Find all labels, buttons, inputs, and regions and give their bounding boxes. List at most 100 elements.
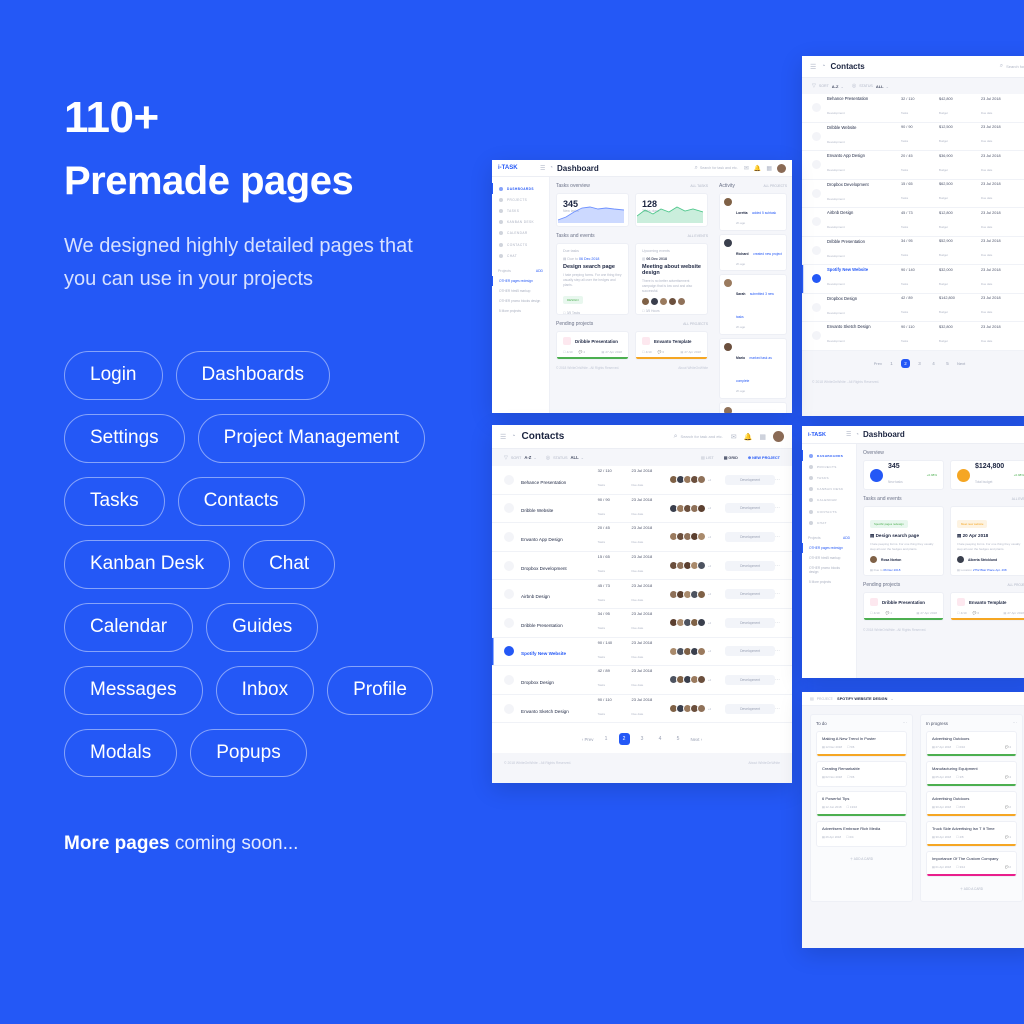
pagination-page-4[interactable]: 4 [655,736,666,742]
design-task-card[interactable]: Specific pages redesign ▤ Design search … [863,506,944,576]
hamburger-icon[interactable]: ☰ [846,431,851,438]
sidebar-item-projects[interactable]: PROJECTS [492,194,549,205]
pending-action[interactable]: ALL PROJECTS [1008,583,1024,587]
hamburger-icon[interactable]: ☰ [500,433,506,441]
tasks-overview-action[interactable]: ALL TASKS [690,184,708,188]
row-tag[interactable]: Development [725,503,775,513]
row-tag[interactable]: Development [725,646,775,656]
chevron-down-icon-2[interactable]: ⌄ [886,84,889,89]
search-input[interactable]: Search for task and etc. [681,434,723,439]
table-row[interactable]: Dropbox Design 42 / 89 Tasks 23 Jul 2018… [492,666,792,695]
pill-contacts[interactable]: Contacts [178,477,305,526]
pending-project-card[interactable]: Dribble Presentation ☐ 4/10 💬 4 ▤ 27 Apr… [556,331,629,360]
table-row[interactable]: Spotify New Website Development 90 / 140… [802,265,1024,294]
kanban-card[interactable]: Importance Of The Custom Company ▤ 01 Ap… [926,851,1017,877]
avatar[interactable] [777,164,786,173]
screenshot-kanban[interactable]: ▤ PROJECT: SPOTIFY WEBSITE DESIGN ⌄ To d… [802,692,1024,948]
grid-icon[interactable]: ▦ [766,165,772,172]
row-tag[interactable]: Development [725,532,775,542]
bell-icon[interactable]: 🔔 [744,433,753,441]
sidebar-item-projects[interactable]: PROJECTS [802,461,856,472]
pill-kanban-desk[interactable]: Kanban Desk [64,540,230,589]
hamburger-icon[interactable]: ☰ [540,165,545,172]
avatar[interactable] [773,431,784,442]
sidebar-item-kanban desk[interactable]: KANBAN DESK [802,484,856,495]
table-row[interactable]: Dropbox Design Development 42 / 89 Tasks… [802,294,1024,323]
table-row[interactable]: Airbnb Design 45 / 73 Tasks 23 Jul 2018 … [492,580,792,609]
pending-project-card[interactable]: Dribble Presentation ☐ 4/10 💬 4 ▤ 27 Apr… [863,592,944,621]
sidebar-projects-add[interactable]: ADD [536,269,543,273]
chevron-down-icon[interactable]: ⌄ [533,455,536,460]
filter-status-value[interactable]: ALL [570,455,578,460]
event-card[interactable]: Meet new website ▤ 20 Apr 2018 I hate pe… [950,506,1024,576]
footer-right[interactable]: About WhiteOnWhite [678,366,708,370]
bell-icon[interactable]: 🔔 [754,165,761,172]
table-row[interactable]: Dribble Presentation 34 / 95 Tasks 23 Ju… [492,609,792,638]
filter-sort-value[interactable]: A-Z [524,455,531,460]
sidebar-project-item[interactable]: OTHER promo blocks design [802,563,856,577]
kanban-card[interactable]: Creating Remarkable ▤ 02 Nov 2018 ☐ 5/6 [816,761,907,787]
pill-calendar[interactable]: Calendar [64,603,193,652]
row-tag[interactable]: Development [725,675,775,685]
activity-item[interactable]: Sarah submitted 3 new tasks 2h ago [719,274,787,335]
table-row[interactable]: Behance Presentation Development 32 / 11… [802,94,1024,123]
hamburger-icon[interactable]: ☰ [810,63,816,71]
footer-right[interactable]: About WhiteOnWhite [748,761,780,765]
kanban-card[interactable]: Advertising Outdoors ▤ 30 Apr 2018 ☐ 8/1… [926,791,1017,817]
kanban-card[interactable]: Manufacturing Equipment ▤ 05 Apr 2018 ☐ … [926,761,1017,787]
upcoming-event-card[interactable]: Upcoming events ▥ 06 Dec 2018 Meeting ab… [635,243,708,315]
pagination-page-1[interactable]: 1 [887,361,896,366]
pill-profile[interactable]: Profile [327,666,433,715]
table-row[interactable]: Dropbox Development Development 15 / 65 … [802,180,1024,209]
row-more-icon[interactable]: ⋯ [775,591,780,597]
row-tag[interactable]: Development [725,704,775,714]
kanban-add-card-button[interactable]: ＋ ADD A CARD [926,881,1017,896]
row-more-icon[interactable]: ⋯ [775,677,780,683]
pagination-page-1[interactable]: 1 [601,736,612,742]
pill-chat[interactable]: Chat [243,540,335,589]
pagination-page-4[interactable]: 4 [929,361,938,366]
kanban-card[interactable]: Making A New Trend In Poster ▤ 12 Dec 20… [816,731,907,757]
kanban-card[interactable]: Advertising Outdoors ▤ 27 Apr 2018 ☐ 0/1… [926,731,1017,757]
pagination-prev[interactable]: ‹ Prev [582,737,594,742]
sidebar-project-item[interactable]: OTHER pages redesign [802,543,856,553]
pill-modals[interactable]: Modals [64,729,177,778]
pagination-page-3[interactable]: 3 [915,361,924,366]
table-row[interactable]: Envanto Sketch Design Development 90 / 1… [802,322,1024,351]
row-tag[interactable]: Development [725,589,775,599]
table-row[interactable]: Dribble Presentation Development 34 / 95… [802,237,1024,266]
chevron-down-icon[interactable]: ⌄ [840,84,843,89]
sidebar-item-tasks[interactable]: TASKS [802,472,856,483]
screenshot-contacts-center[interactable]: ☰ ◔ Contacts ⌕ Search for task and etc. … [492,425,792,783]
pill-popups[interactable]: Popups [190,729,306,778]
sidebar-item-chat[interactable]: CHAT [492,250,549,261]
row-more-icon[interactable]: ⋯ [775,563,780,569]
pagination-page-3[interactable]: 3 [637,736,648,742]
activity-item[interactable]: Richard created new project 2h ago [719,234,787,272]
view-grid-button[interactable]: ▦ GRID [724,455,738,460]
message-icon[interactable]: ✉ [744,165,749,172]
message-icon[interactable]: ✉ [731,433,737,441]
row-more-icon[interactable]: ⋯ [775,706,780,712]
pill-project-management[interactable]: Project Management [198,414,425,463]
pagination-next[interactable]: Next › [691,737,703,742]
row-tag[interactable]: Development [725,618,775,628]
table-row[interactable]: Spotify New Website 90 / 140 Tasks 23 Ju… [492,638,792,667]
grid-icon[interactable]: ▦ [759,433,766,441]
row-more-icon[interactable]: ⋯ [775,505,780,511]
sidebar-project-item[interactable]: OTHER html5 markup [802,553,856,563]
screenshot-dashboard-right[interactable]: i-TASK ☰ ◔ Dashboard ⌕ DASHBOARDS PROJEC… [802,426,1024,678]
sidebar-item-calendar[interactable]: CALENDAR [492,228,549,239]
screenshot-contacts-top-right[interactable]: ☰ ◔ Contacts ⌕ Search for ta ▽ SORT A-Z … [802,56,1024,416]
due-task-card[interactable]: Due tasks ▤ Due to 06 Dec 2018 Design se… [556,243,629,315]
view-list-button[interactable]: ▤ LIST [701,455,714,460]
chevron-down-icon[interactable]: ⌄ [890,696,893,701]
table-row[interactable]: Dribble Website Development 90 / 90 Task… [802,123,1024,152]
new-project-button[interactable]: ⊕ NEW PROJECT [748,455,780,460]
sidebar-item-tasks[interactable]: TASKS [492,205,549,216]
sidebar-item-chat[interactable]: CHAT [802,517,856,528]
activity-action[interactable]: ALL PROJECTS [764,184,787,188]
sidebar-project-item[interactable]: 5 More projects [492,306,549,316]
pagination-page-5[interactable]: 5 [673,736,684,742]
table-row[interactable]: Airbnb Design Development 45 / 73 Tasks … [802,208,1024,237]
